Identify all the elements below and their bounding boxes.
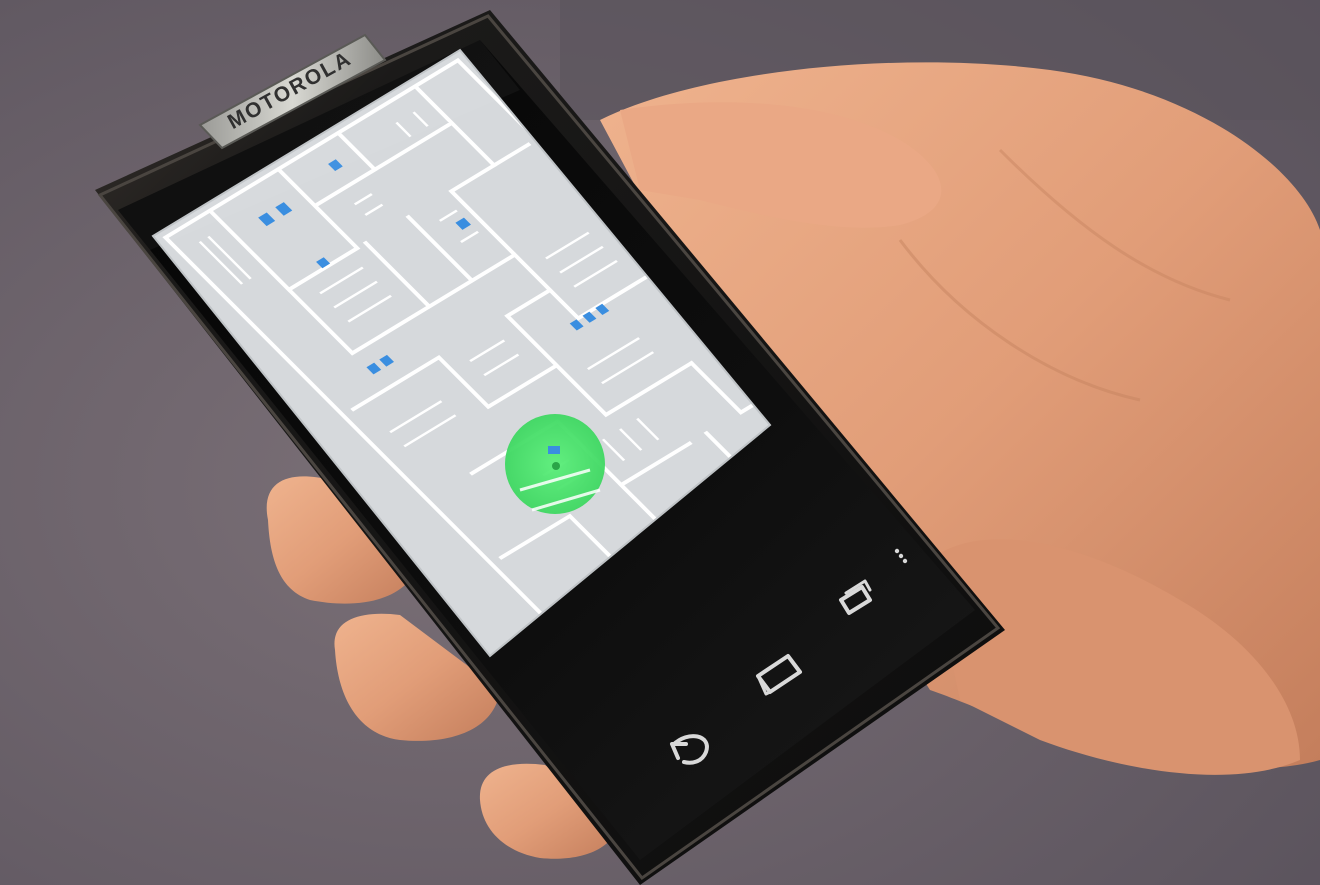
current-location-dot	[552, 462, 560, 470]
photo-scene: MOTOROLA	[0, 0, 1320, 885]
photo-canvas: MOTOROLA	[0, 0, 1320, 885]
